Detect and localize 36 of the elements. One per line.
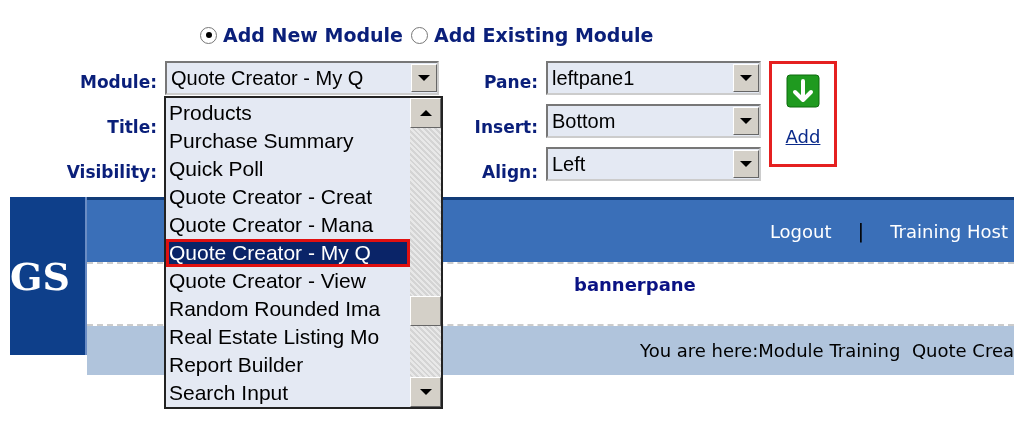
field-label: Pane: [484,71,538,94]
add-link[interactable]: Add [785,126,821,147]
field-label: Module: [79,71,157,94]
user-link[interactable]: Training Host [890,220,1008,242]
logout-link[interactable]: Logout [769,220,832,242]
breadcrumb: You are here:Module Training Quote Crea [640,339,1014,361]
scroll-down-icon[interactable] [410,377,441,407]
dropdown-option[interactable]: Report Builder [166,351,410,379]
field-label: Align: [482,161,538,184]
align-select[interactable]: Left [546,147,761,181]
dropdown-option[interactable]: Quote Creator - Creat [166,183,410,211]
insert-select[interactable]: Bottom [546,104,761,138]
module-select[interactable]: Quote Creator - My Q [165,61,439,95]
dropdown-option[interactable]: Random Rounded Ima [166,295,410,323]
scroll-thumb[interactable] [410,296,441,326]
radio-label[interactable]: Add New Module [223,24,403,46]
dropdown-option[interactable]: Quote Creator - My Q [166,239,410,267]
field-label: Title: [107,116,157,139]
pane-select[interactable]: leftpane1 [546,61,761,95]
dropdown-option[interactable]: Real Estate Listing Mo [166,323,410,351]
dropdown-option[interactable]: Quote Creator - Mana [166,211,410,239]
dropdown-option[interactable]: Quick Poll [166,155,410,183]
logo-text: GS [10,253,70,299]
field-label: Insert: [474,116,538,139]
radio-label[interactable]: Add Existing Module [433,24,654,46]
scrollbar[interactable] [410,98,441,407]
scroll-up-icon[interactable] [410,98,441,128]
radio-button[interactable] [200,26,217,44]
dropdown-option[interactable]: Search Input [166,379,410,407]
radio-button[interactable] [410,26,428,44]
dropdown-option[interactable]: Products [166,99,410,127]
pane-label: bannerpane [574,274,696,296]
dropdown-option[interactable]: Purchase Summary [166,127,410,155]
field-label: Visibility: [66,161,157,184]
dropdown-option[interactable]: Quote Creator - View [166,267,410,295]
separator: | [857,219,865,244]
